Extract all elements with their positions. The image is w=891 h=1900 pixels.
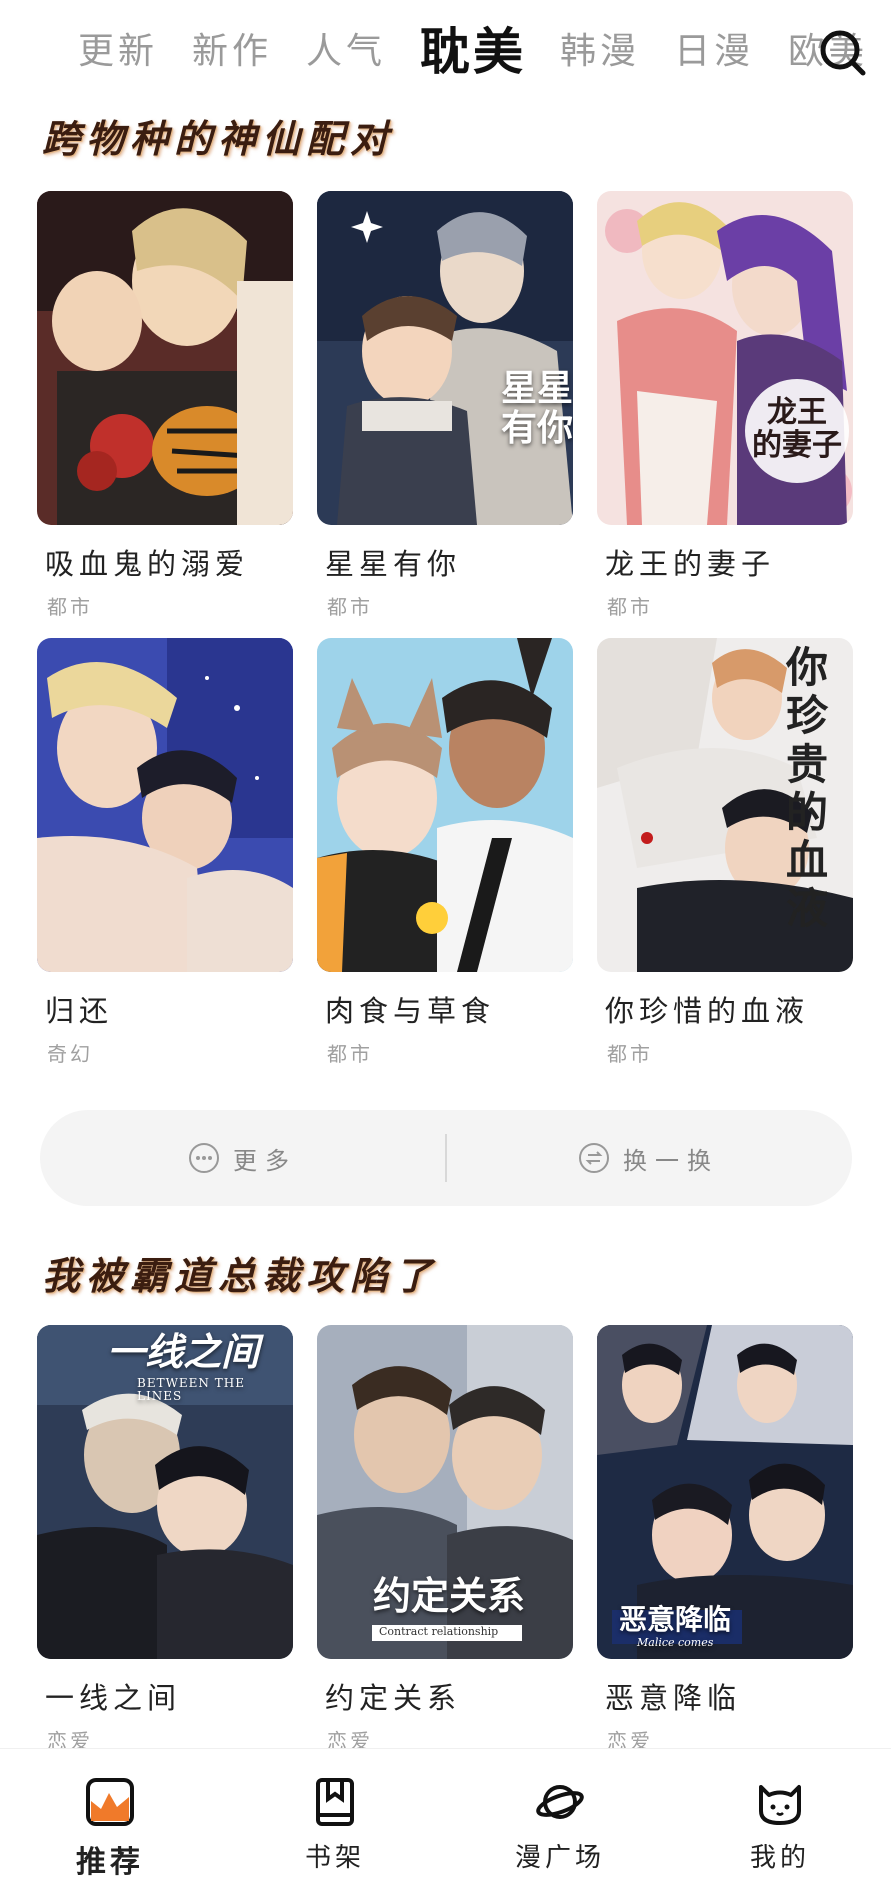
cover-title-art: 恶意降临: [619, 1603, 732, 1636]
comic-card[interactable]: 一线之间 BETWEEN THE LINES 一线之间 恋爱: [37, 1325, 293, 1754]
cover-title-art: 一线之间: [107, 1329, 260, 1374]
comic-title: 一线之间: [45, 1681, 182, 1715]
comic-card[interactable]: 你珍贵的血液 你珍惜的血液 都市: [597, 638, 853, 1067]
tab-boys-love[interactable]: 耽美: [420, 22, 526, 82]
cover-subtitle-art: Malice comes: [637, 1636, 714, 1649]
more-label: 更多: [233, 1146, 297, 1175]
comic-cover[interactable]: 星星 有你: [317, 191, 573, 525]
comic-cover[interactable]: [37, 191, 293, 525]
nav-label: 漫广场: [514, 1843, 605, 1873]
tab-new[interactable]: 新作: [192, 22, 272, 82]
comic-cover[interactable]: [317, 638, 573, 972]
bookshelf-icon: [310, 1777, 360, 1827]
section-actions: 更多 换一换: [40, 1110, 852, 1206]
section-title: 我被霸道总裁攻陷了: [42, 1253, 439, 1298]
search-icon: [820, 30, 866, 76]
nav-label: 推荐: [76, 1845, 144, 1880]
comic-title: 星星有你: [325, 547, 462, 581]
tab-japanese[interactable]: 日漫: [674, 22, 754, 82]
category-tabs: 更新 新作 人气 耽美 韩漫 日漫 欧美: [78, 22, 891, 82]
comic-genre: 奇幻: [47, 1042, 93, 1066]
refresh-label: 换一换: [623, 1146, 719, 1175]
cover-title-art: 星星 有你: [500, 367, 573, 449]
comic-cover[interactable]: 约定关系 Contract relationship: [317, 1325, 573, 1659]
cover-subtitle-art: BETWEEN THE LINES: [137, 1376, 245, 1404]
comic-title: 吸血鬼的溺爱: [45, 547, 250, 581]
comic-cover[interactable]: [37, 638, 293, 972]
comic-title: 恶意降临: [605, 1681, 742, 1715]
nav-profile[interactable]: 我的: [700, 1777, 860, 1874]
search-button[interactable]: [818, 28, 868, 78]
comic-title: 归还: [45, 994, 114, 1028]
tab-updates[interactable]: 更新: [78, 22, 158, 82]
comic-cover[interactable]: 你珍贵的血液: [597, 638, 853, 972]
planet-icon: [535, 1777, 585, 1827]
comic-card[interactable]: 归还 奇幻: [37, 638, 293, 1067]
more-button[interactable]: 更多: [40, 1110, 446, 1206]
bottom-navigation: 推荐 书架 漫广场 我的: [0, 1748, 891, 1900]
nav-recommend[interactable]: 推荐: [30, 1777, 190, 1881]
nav-label: 我的: [749, 1843, 810, 1873]
comic-card[interactable]: 约定关系 Contract relationship 约定关系 恋爱: [317, 1325, 573, 1754]
cat-face-icon: [755, 1777, 805, 1827]
comic-cover[interactable]: 恶意降临 Malice comes: [597, 1325, 853, 1659]
cover-title-art: 龙王 的妻子: [752, 395, 842, 463]
recommend-icon: [85, 1777, 135, 1827]
nav-plaza[interactable]: 漫广场: [480, 1777, 640, 1874]
comic-genre: 都市: [607, 1042, 653, 1066]
comic-card[interactable]: 恶意降临 Malice comes 恶意降临 恋爱: [597, 1325, 853, 1754]
refresh-button[interactable]: 换一换: [446, 1110, 852, 1206]
tab-popular[interactable]: 人气: [306, 22, 386, 82]
cover-title-art: 约定关系: [373, 1573, 526, 1618]
nav-label: 书架: [304, 1843, 365, 1873]
comic-genre: 都市: [327, 1042, 373, 1066]
comic-card[interactable]: 星星 有你 星星有你 都市: [317, 191, 573, 620]
comic-card[interactable]: 肉食与草食 都市: [317, 638, 573, 1067]
comic-genre: 都市: [607, 595, 653, 619]
more-icon: [189, 1143, 219, 1173]
comic-card[interactable]: 吸血鬼的溺爱 都市: [37, 191, 293, 620]
top-navigation: 更新 新作 人气 耽美 韩漫 日漫 欧美: [0, 0, 891, 105]
swap-icon: [579, 1143, 609, 1173]
comic-cover[interactable]: 一线之间 BETWEEN THE LINES: [37, 1325, 293, 1659]
comic-cover[interactable]: 龙王 的妻子: [597, 191, 853, 525]
section-title: 跨物种的神仙配对: [42, 116, 395, 161]
comic-genre: 都市: [327, 595, 373, 619]
nav-bookshelf[interactable]: 书架: [255, 1777, 415, 1874]
comic-genre: 都市: [47, 595, 93, 619]
cover-title-art: 你珍贵的血液: [785, 643, 828, 934]
tab-korean[interactable]: 韩漫: [560, 22, 640, 82]
comic-title: 约定关系: [325, 1681, 462, 1715]
comic-card[interactable]: 龙王 的妻子 龙王的妻子 都市: [597, 191, 853, 620]
comic-title: 肉食与草食: [325, 994, 496, 1028]
comic-title: 你珍惜的血液: [605, 994, 810, 1028]
comic-title: 龙王的妻子: [605, 547, 776, 581]
cover-subtitle-art: Contract relationship: [379, 1625, 499, 1638]
